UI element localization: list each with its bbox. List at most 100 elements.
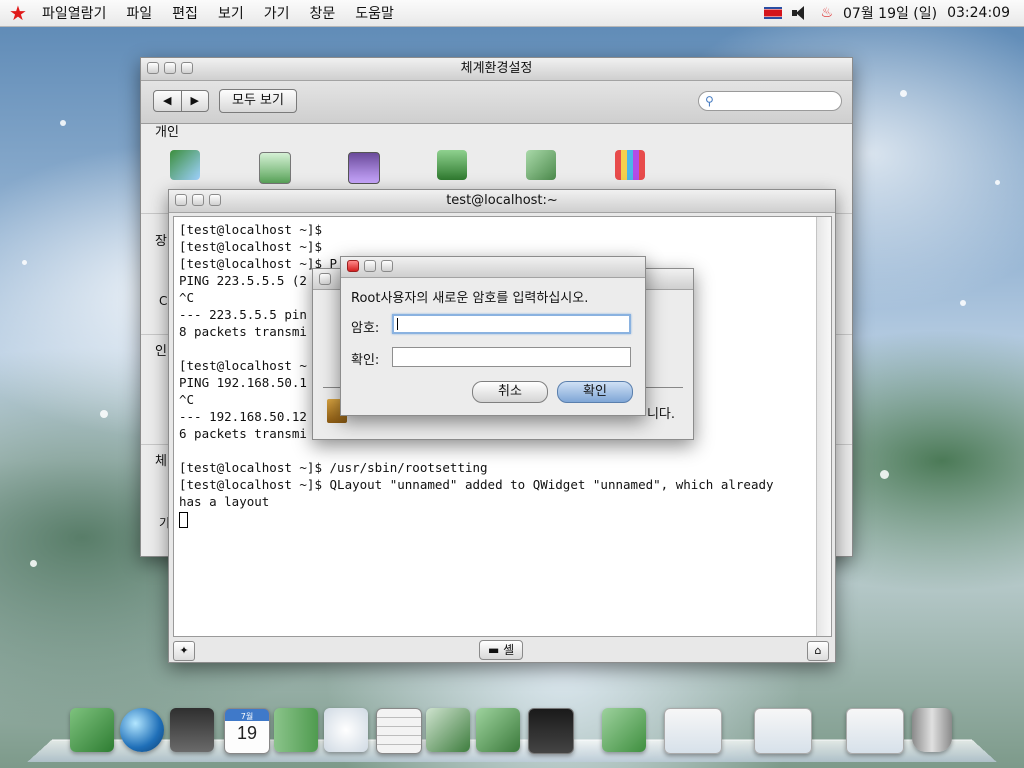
section-personal-label: 개인 — [155, 125, 179, 140]
terminal-line: ^C — [179, 392, 195, 407]
snow-dot — [995, 180, 1000, 185]
show-all-button[interactable]: 모두 보기 — [219, 89, 297, 113]
window-controls — [147, 62, 193, 74]
flag-icon[interactable] — [764, 7, 783, 19]
menu-window[interactable]: 창문 — [299, 3, 345, 23]
window-title: test@localhost:~ — [446, 193, 558, 208]
calendar-icon[interactable]: 7월 19 — [224, 708, 270, 754]
app-menu: 파일열람기 파일 편집 보기 가기 창문 도움말 — [32, 3, 404, 23]
terminal-line: 6 packets transmi — [179, 426, 307, 441]
shell-tab-label: 셸 — [503, 643, 515, 657]
section-hardware-label: 장 — [155, 234, 167, 249]
browser-icon[interactable] — [120, 708, 164, 752]
nav-segment: ◀ ▶ — [153, 90, 209, 112]
new-tab-icon[interactable]: ✦ — [173, 641, 195, 661]
text-caret — [397, 318, 398, 330]
window-controls — [347, 260, 393, 272]
calculator-icon[interactable] — [376, 708, 422, 754]
minimize-button[interactable] — [192, 194, 204, 206]
terminal-line: [test@localhost ~]$ /usr/sbin/rootsettin… — [179, 460, 488, 475]
ok-button[interactable]: 확인 — [557, 381, 633, 403]
snow-dot — [960, 300, 966, 306]
terminal-icon[interactable] — [528, 708, 574, 754]
prefs-toolbar: ◀ ▶ 모두 보기 ⚲ — [141, 81, 852, 124]
office-icon[interactable] — [602, 708, 646, 752]
zoom-button[interactable] — [381, 260, 393, 272]
star-menu-icon[interactable]: ★ — [4, 1, 32, 25]
window-controls — [319, 273, 331, 285]
search-input[interactable]: ⚲ — [698, 91, 842, 111]
terminal-line: [test@localhost ~]$ QLayout "unnamed" ad… — [179, 477, 774, 492]
terminal-line: [test@localhost ~]$ — [179, 222, 322, 237]
bookmark-icon[interactable]: ⌂ — [807, 641, 829, 661]
trash-icon[interactable] — [912, 708, 952, 752]
security-pref-icon[interactable] — [437, 150, 467, 180]
window-controls — [175, 194, 221, 206]
menu-go[interactable]: 가기 — [254, 3, 300, 23]
file-manager-icon[interactable] — [70, 708, 114, 752]
menu-edit[interactable]: 편집 — [162, 3, 208, 23]
torch-icon[interactable]: ♨ — [820, 5, 833, 21]
snow-dot — [100, 410, 108, 418]
back-button[interactable]: ◀ — [154, 91, 181, 111]
status-area: ♨ 07월 19일 (일) 03:24:09 — [764, 3, 1024, 23]
window-title: 체계환경설정 — [460, 61, 533, 76]
close-button[interactable] — [319, 273, 331, 285]
monitor-icon: ▬ — [488, 643, 504, 657]
minimize-button[interactable] — [164, 62, 176, 74]
volume-icon[interactable] — [792, 6, 810, 20]
desktop-pref-icon[interactable] — [170, 150, 200, 180]
password-field[interactable] — [392, 314, 631, 334]
zoom-button[interactable] — [181, 62, 193, 74]
window-thumbnail[interactable] — [846, 708, 904, 754]
section-system-label: 체 — [155, 454, 167, 469]
contacts-icon[interactable] — [274, 708, 318, 752]
menu-file[interactable]: 파일 — [116, 3, 162, 23]
password-label: 암호: — [351, 321, 380, 336]
menu-help[interactable]: 도움말 — [345, 3, 404, 23]
cancel-button[interactable]: 취소 — [472, 381, 548, 403]
system-settings-icon[interactable] — [426, 708, 470, 752]
accessibility-pref-icon[interactable] — [526, 150, 556, 180]
prefs-titlebar[interactable]: 체계환경설정 — [141, 58, 852, 81]
minimize-button[interactable] — [364, 260, 376, 272]
menu-file-browser[interactable]: 파일열람기 — [32, 3, 116, 23]
terminal-scrollbar[interactable] — [816, 217, 831, 636]
section-internet-label: 인 — [155, 344, 167, 359]
terminal-footer: ✦ ▬ 셸 ⌂ — [169, 638, 835, 662]
video-player-icon[interactable] — [170, 708, 214, 752]
shell-tab[interactable]: ▬ 셸 — [479, 640, 524, 660]
terminal-titlebar[interactable]: test@localhost:~ — [169, 190, 835, 213]
search-icon: ⚲ — [705, 94, 714, 108]
terminal-cursor — [179, 511, 188, 528]
terminal-line: [test@localhost ~ — [179, 358, 307, 373]
close-button[interactable] — [347, 260, 359, 272]
window-thumbnail[interactable] — [754, 708, 812, 754]
notes-icon[interactable] — [476, 708, 520, 752]
dialog-titlebar[interactable] — [341, 257, 645, 278]
close-button[interactable] — [147, 62, 159, 74]
dock: 7월 19 — [27, 708, 997, 764]
top-menubar: ★ 파일열람기 파일 편집 보기 가기 창문 도움말 ♨ 07월 19일 (일)… — [0, 0, 1024, 27]
clock-time[interactable]: 03:24:09 — [947, 5, 1010, 21]
confirm-label: 확인: — [351, 353, 380, 368]
window-thumbnail[interactable] — [664, 708, 722, 754]
calendar-month: 7월 — [240, 712, 254, 721]
snow-dot — [22, 260, 27, 265]
image-viewer-icon[interactable] — [324, 708, 368, 752]
screensaver-pref-icon[interactable] — [259, 152, 291, 184]
snow-dot — [60, 120, 66, 126]
zoom-button[interactable] — [209, 194, 221, 206]
terminal-line: --- 192.168.50.12 — [179, 409, 307, 424]
terminal-line: --- 223.5.5.5 pin — [179, 307, 307, 322]
dock-pref-icon[interactable] — [348, 152, 380, 184]
root-password-dialog: Root사용자의 새로운 암호를 입력하십시오. 암호: 확인: 취소 확인 — [340, 256, 646, 416]
confirm-password-field[interactable] — [392, 347, 631, 367]
clock-date[interactable]: 07월 19일 (일) — [843, 3, 937, 23]
snow-dot — [900, 90, 907, 97]
close-button[interactable] — [175, 194, 187, 206]
appearance-pref-icon[interactable] — [615, 150, 645, 180]
forward-button[interactable]: ▶ — [180, 91, 209, 111]
menu-view[interactable]: 보기 — [208, 3, 254, 23]
snow-dot — [880, 470, 889, 479]
